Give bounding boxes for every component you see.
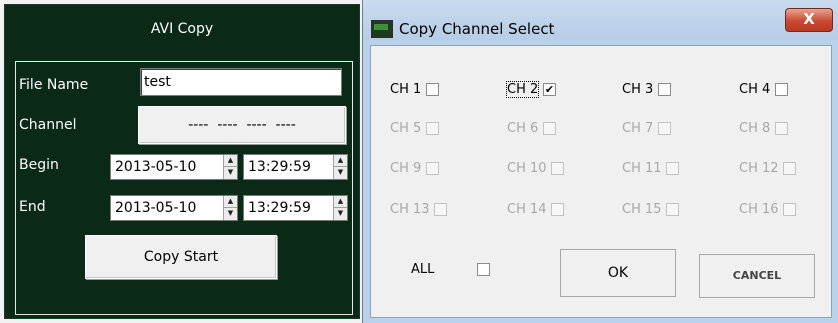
begin-time-spinner[interactable]: 13:29:59 ▲ ▼ (243, 154, 348, 180)
channel-label: CH 2 (505, 81, 540, 98)
checked-checkbox[interactable]: ✔ (543, 83, 556, 96)
channel-checkbox (775, 122, 788, 135)
spin-up-icon[interactable]: ▲ (334, 196, 347, 208)
end-date-arrows[interactable]: ▲ ▼ (223, 196, 237, 220)
channel-checkbox (783, 162, 796, 175)
channel-checkbox (551, 162, 564, 175)
channel-checkbox (551, 203, 564, 216)
channel-label: CH 4 (739, 82, 771, 97)
file-name-input[interactable]: test (140, 68, 342, 96)
end-time-arrows[interactable]: ▲ ▼ (333, 196, 347, 220)
avi-copy-window: AVI Copy File Name test Channel ---- ---… (4, 4, 360, 319)
channel-select-button[interactable]: ---- ---- ---- ---- (138, 106, 346, 144)
channel-label: CH 6 (507, 121, 539, 136)
spin-down-icon[interactable]: ▼ (224, 208, 237, 220)
begin-label: Begin (19, 157, 59, 173)
channel-label: CH 10 (507, 161, 547, 176)
ok-button[interactable]: OK (560, 249, 676, 297)
channel-checkbox (783, 203, 796, 216)
spin-up-icon[interactable]: ▲ (224, 155, 237, 167)
dialog-client-area: CH 1 CH 2 ✔ CH 3 CH 4 CH 5 CH 6 CH 7 CH 8 CH 9 CH … (370, 45, 832, 318)
channel-checkbox (434, 203, 447, 216)
channel-checkbox (426, 162, 439, 175)
channel-checkbox (666, 203, 679, 216)
channel-label: CH 13 (390, 202, 430, 217)
channel-label: CH 15 (622, 202, 662, 217)
channel-checkbox (426, 122, 439, 135)
end-date-spinner[interactable]: 2013-05-10 ▲ ▼ (110, 195, 238, 221)
channel-label: CH 14 (507, 202, 547, 217)
spin-up-icon[interactable]: ▲ (224, 196, 237, 208)
avi-copy-title: AVI Copy (150, 21, 214, 37)
channel-checkbox[interactable] (658, 83, 671, 96)
copy-channel-select-dialog: Copy Channel Select X CH 1 CH 2 ✔ CH 3 CH 4C… (362, 0, 838, 323)
channel-label: CH 11 (622, 161, 662, 176)
copy-start-button[interactable]: Copy Start (85, 235, 277, 279)
app-icon (371, 20, 393, 38)
channel-label: CH 12 (739, 161, 779, 176)
channel-checkbox[interactable] (426, 83, 439, 96)
channel-checkbox (543, 122, 556, 135)
dialog-titlebar[interactable]: Copy Channel Select X (363, 0, 838, 40)
end-label: End (19, 199, 46, 215)
channel-label: CH 3 (622, 82, 654, 97)
spin-down-icon[interactable]: ▼ (334, 208, 347, 220)
channel-label: CH 9 (390, 161, 422, 176)
end-time-spinner[interactable]: 13:29:59 ▲ ▼ (243, 195, 348, 221)
channel-label: Channel (19, 117, 77, 133)
checkmark-icon: ✔ (544, 83, 555, 96)
file-name-label: File Name (19, 77, 89, 93)
begin-date-spinner[interactable]: 2013-05-10 ▲ ▼ (110, 154, 238, 180)
begin-date-value: 2013-05-10 (115, 159, 197, 175)
avi-copy-panel: AVI Copy File Name test Channel ---- ---… (0, 0, 362, 323)
channel-label: CH 7 (622, 121, 654, 136)
spin-up-icon[interactable]: ▲ (334, 155, 347, 167)
end-time-value: 13:29:59 (248, 200, 311, 216)
channel-checkbox (658, 122, 671, 135)
channel-label: CH 8 (739, 121, 771, 136)
begin-time-arrows[interactable]: ▲ ▼ (333, 155, 347, 179)
spin-down-icon[interactable]: ▼ (334, 167, 347, 179)
begin-date-arrows[interactable]: ▲ ▼ (223, 155, 237, 179)
channel-checkbox[interactable] (775, 83, 788, 96)
channel-checkbox (666, 162, 679, 175)
spin-down-icon[interactable]: ▼ (224, 167, 237, 179)
all-checkbox[interactable] (477, 263, 490, 276)
channel-label: CH 5 (390, 121, 422, 136)
all-label: ALL (411, 262, 435, 277)
cancel-button[interactable]: CANCEL (699, 254, 815, 298)
begin-time-value: 13:29:59 (248, 159, 311, 175)
close-button[interactable]: X (785, 8, 833, 32)
dialog-title: Copy Channel Select (399, 20, 555, 38)
channel-label: CH 16 (739, 202, 779, 217)
channel-label: CH 1 (390, 82, 422, 97)
end-date-value: 2013-05-10 (115, 200, 197, 216)
